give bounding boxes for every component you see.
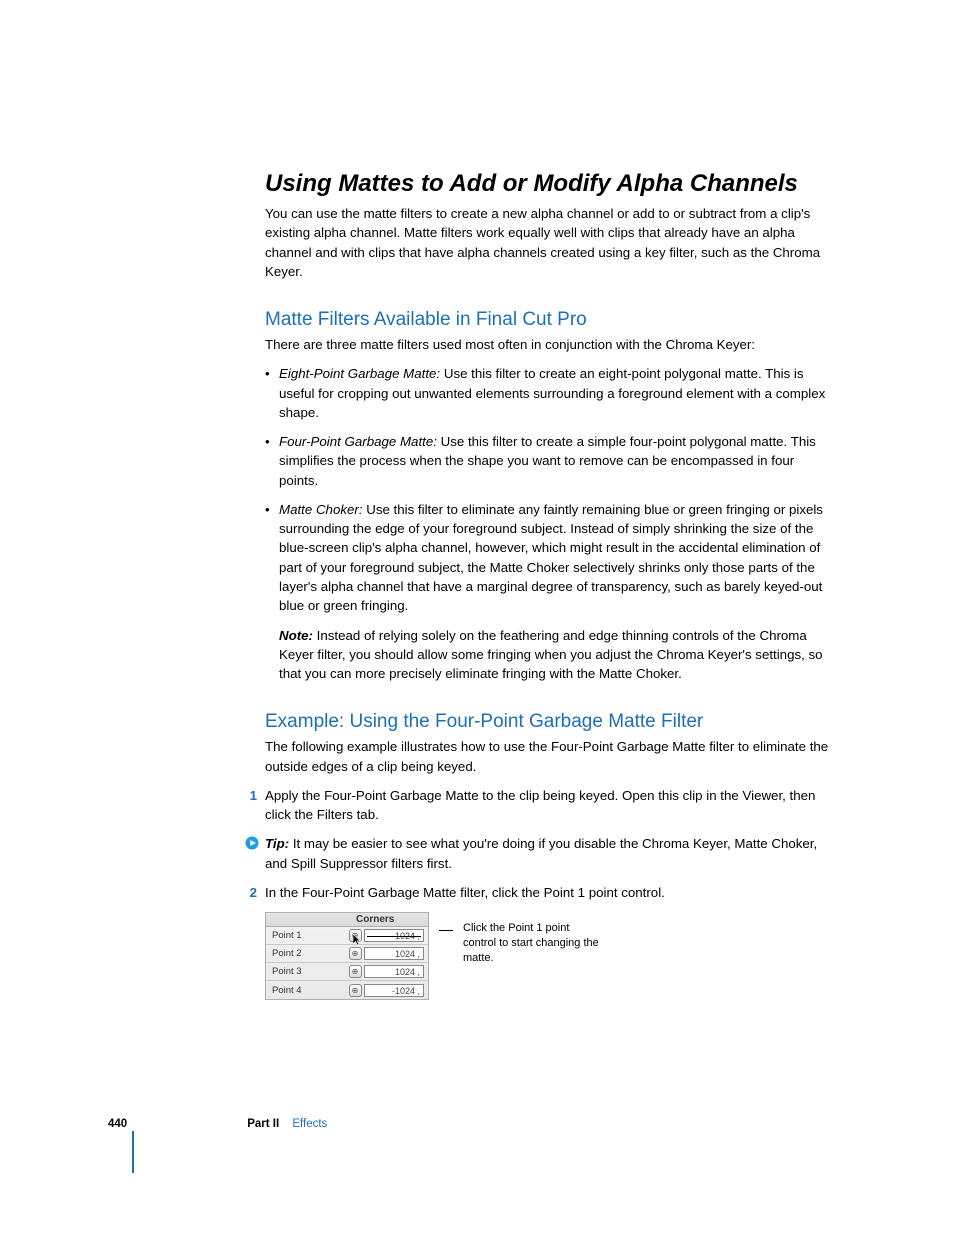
filters-list: Eight-Point Garbage Matte: Use this filt… (265, 364, 835, 615)
point-control-3[interactable]: ⊕ (346, 965, 364, 978)
main-heading: Using Mattes to Add or Modify Alpha Chan… (265, 170, 835, 198)
tip-row: Tip: It may be easier to see what you're… (245, 834, 835, 873)
section-heading-filters: Matte Filters Available in Final Cut Pro (265, 309, 835, 331)
panel-row-point1: Point 1 ⊕ -1024 , (266, 927, 428, 945)
callout-line (439, 930, 453, 931)
intro-paragraph: You can use the matte filters to create … (265, 204, 835, 281)
list-item: Matte Choker: Use this filter to elimina… (265, 500, 835, 616)
value-field[interactable]: 1024 , (364, 947, 424, 960)
row-label: Point 4 (266, 985, 346, 996)
list-item: Eight-Point Garbage Matte: Use this filt… (265, 364, 835, 422)
crosshair-icon: ⊕ (349, 984, 362, 997)
point-control-2[interactable]: ⊕ (346, 947, 364, 960)
page-number: 440 (108, 1118, 127, 1130)
term-desc: Use this filter to eliminate any faintly… (279, 502, 823, 613)
list-item: Four-Point Garbage Matte: Use this filte… (265, 432, 835, 490)
row-label: Point 1 (266, 930, 346, 941)
point-control-4[interactable]: ⊕ (346, 984, 364, 997)
crosshair-icon: ⊕ (349, 947, 362, 960)
example-intro: The following example illustrates how to… (265, 737, 835, 776)
step-number: 1 (247, 786, 257, 825)
part-name: Effects (292, 1118, 327, 1130)
note-block: Note: Instead of relying solely on the f… (265, 626, 835, 684)
note-label: Note: (279, 628, 313, 643)
step-text: Apply the Four-Point Garbage Matte to th… (265, 786, 835, 825)
section-heading-example: Example: Using the Four-Point Garbage Ma… (265, 711, 835, 733)
step-1: 1 Apply the Four-Point Garbage Matte to … (247, 786, 835, 825)
footer-part: Part II Effects (247, 1118, 327, 1130)
row-label: Point 2 (266, 948, 346, 959)
corners-panel: Corners Point 1 ⊕ -1024 , Point 2 ⊕ 1024… (265, 912, 429, 1000)
point-control-1[interactable]: ⊕ (346, 929, 364, 942)
page-content: Using Mattes to Add or Modify Alpha Chan… (265, 170, 835, 1010)
part-label: Part II (247, 1118, 279, 1130)
value-field[interactable]: -1024 , (364, 929, 424, 942)
step-number: 2 (247, 883, 257, 902)
row-label: Point 3 (266, 966, 346, 977)
step-text: In the Four-Point Garbage Matte filter, … (265, 883, 665, 902)
note-text: Instead of relying solely on the feather… (279, 628, 823, 682)
page-footer: 440 Part II Effects (108, 1118, 327, 1130)
tip-body: Tip: It may be easier to see what you're… (265, 834, 835, 873)
panel-row-point3: Point 3 ⊕ 1024 , (266, 963, 428, 981)
figure-area: Corners Point 1 ⊕ -1024 , Point 2 ⊕ 1024… (265, 912, 835, 1000)
panel-row-point4: Point 4 ⊕ -1024 , (266, 981, 428, 999)
step-2: 2 In the Four-Point Garbage Matte filter… (247, 883, 835, 902)
tip-icon (245, 836, 259, 850)
crosshair-icon: ⊕ (349, 965, 362, 978)
term: Matte Choker: (279, 502, 363, 517)
footer-rule (132, 1131, 134, 1173)
tip-text: It may be easier to see what you're doin… (265, 836, 817, 870)
panel-header: Corners (266, 913, 428, 927)
crosshair-icon: ⊕ (349, 929, 362, 942)
value-field[interactable]: -1024 , (364, 984, 424, 997)
term: Eight-Point Garbage Matte: (279, 366, 440, 381)
tip-label: Tip: (265, 836, 289, 851)
value-field[interactable]: 1024 , (364, 965, 424, 978)
panel-row-point2: Point 2 ⊕ 1024 , (266, 945, 428, 963)
callout-text: Click the Point 1 point control to start… (463, 921, 603, 966)
filters-intro: There are three matte filters used most … (265, 335, 835, 354)
term: Four-Point Garbage Matte: (279, 434, 437, 449)
